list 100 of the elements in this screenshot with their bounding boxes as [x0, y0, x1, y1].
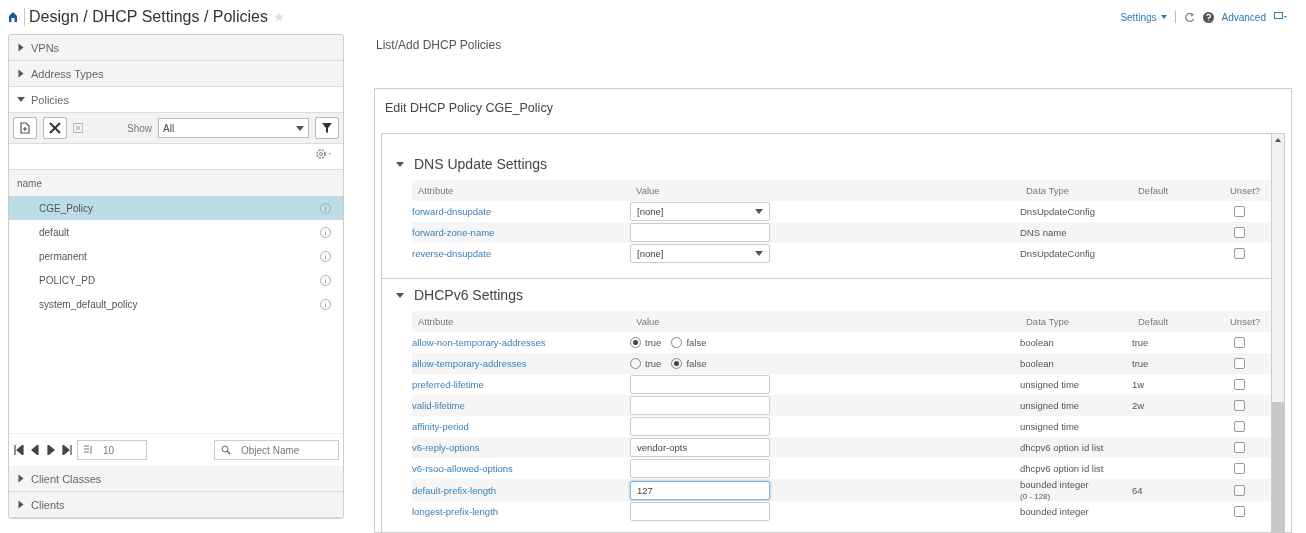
- input-field[interactable]: [630, 223, 770, 242]
- radio-label: true: [645, 358, 662, 369]
- list-item[interactable]: CGE_Policy: [9, 196, 343, 220]
- checkbox[interactable]: [1234, 506, 1245, 517]
- attribute-link[interactable]: preferred-lifetime: [412, 379, 630, 390]
- caret-icon: [18, 474, 24, 483]
- checkbox[interactable]: [1234, 442, 1245, 453]
- checkbox[interactable]: [1234, 337, 1245, 348]
- attribute-link[interactable]: allow-non-temporary-addresses: [412, 337, 630, 348]
- data-type: DnsUpdateConfig: [1020, 206, 1096, 217]
- radio-label: false: [686, 358, 707, 369]
- column-header: Attribute: [417, 316, 455, 327]
- column-header: Attribute: [417, 185, 455, 196]
- attribute-link[interactable]: v6-rsoo-allowed-options: [412, 463, 630, 474]
- view-menu-icon[interactable]: [1274, 12, 1288, 22]
- column-header: Data Type: [1025, 316, 1071, 327]
- data-type: DNS name: [1020, 227, 1068, 238]
- filter-button[interactable]: [315, 117, 339, 139]
- default-value: 1w: [1132, 379, 1146, 390]
- checkbox[interactable]: [1234, 400, 1245, 411]
- attribute-link[interactable]: reverse-dnsupdate: [412, 248, 630, 259]
- attribute-link[interactable]: longest-prefix-length: [412, 506, 630, 517]
- caret-icon: [1160, 15, 1167, 19]
- data-type: bounded integer: [1020, 506, 1090, 517]
- home-icon: [8, 12, 18, 22]
- panel-title: Edit DHCP Policy CGE_Policy: [384, 100, 554, 117]
- dropdown[interactable]: [none]: [630, 244, 770, 263]
- attribute-link[interactable]: forward-zone-name: [412, 227, 630, 238]
- last-page-icon[interactable]: [61, 445, 73, 455]
- star-icon[interactable]: [273, 12, 284, 22]
- checkbox[interactable]: [1234, 206, 1245, 217]
- section-header[interactable]: Client Classes: [9, 466, 343, 492]
- default-value: 2w: [1132, 400, 1146, 411]
- group-header[interactable]: DHCPv6 Settings: [382, 279, 1271, 311]
- page-size-field[interactable]: 10: [77, 440, 147, 460]
- attribute-link[interactable]: v6-reply-options: [412, 442, 630, 453]
- checkbox[interactable]: [1234, 463, 1245, 474]
- data-type: dhcpv6 option id list: [1020, 442, 1105, 453]
- show-dropdown[interactable]: All: [158, 118, 309, 138]
- attribute-link[interactable]: affinity-period: [412, 421, 630, 432]
- input-field[interactable]: [630, 459, 770, 478]
- previous-page-icon[interactable]: [29, 445, 41, 455]
- column-header: Data Type: [1025, 185, 1071, 196]
- checkbox[interactable]: [1234, 248, 1245, 259]
- default-value: true: [1132, 337, 1150, 348]
- attribute-link[interactable]: default-prefix-length: [412, 484, 630, 496]
- data-type: boolean: [1020, 358, 1055, 369]
- checkbox[interactable]: [1234, 358, 1245, 369]
- list-item[interactable]: system_default_policy: [9, 292, 343, 316]
- section-header[interactable]: VPNs: [9, 35, 343, 61]
- attribute-link[interactable]: allow-temporary-addresses: [412, 358, 630, 369]
- first-page-icon[interactable]: [13, 445, 25, 455]
- refresh-icon[interactable]: [1183, 11, 1195, 23]
- data-type: unsigned time: [1020, 379, 1081, 390]
- settings-link[interactable]: Settings: [1120, 11, 1157, 23]
- help-icon[interactable]: [1202, 11, 1214, 23]
- scrollbar-thumb[interactable]: [1272, 402, 1284, 532]
- dropdown[interactable]: [none]: [630, 202, 770, 221]
- caret-icon: [18, 69, 24, 78]
- checkbox[interactable]: [1234, 484, 1245, 496]
- radio-label: false: [686, 337, 707, 348]
- input-field[interactable]: [630, 502, 770, 521]
- checkbox[interactable]: [1234, 227, 1245, 238]
- input-field[interactable]: 127: [630, 480, 770, 500]
- close-icon: [49, 122, 61, 134]
- section-header[interactable]: Address Types: [9, 61, 343, 87]
- list-item[interactable]: permanent: [9, 244, 343, 268]
- advanced-link[interactable]: Advanced: [1221, 11, 1266, 23]
- section-header[interactable]: Clients: [9, 492, 343, 518]
- list-item[interactable]: POLICY_PD: [9, 268, 343, 292]
- input-field[interactable]: [630, 375, 770, 394]
- caret-icon: [396, 292, 404, 298]
- column-header: Default: [1137, 185, 1170, 196]
- checkbox[interactable]: [1234, 379, 1245, 390]
- column-header: Unset?: [1229, 185, 1262, 196]
- search-field[interactable]: Object Name: [214, 440, 339, 460]
- list-icon: [84, 445, 93, 455]
- expand-icon[interactable]: [73, 123, 83, 133]
- group-header[interactable]: DNS Update Settings: [382, 148, 1271, 180]
- settings-icon[interactable]: [315, 148, 333, 160]
- input-field[interactable]: [630, 417, 770, 436]
- data-type: unsigned time: [1020, 400, 1081, 411]
- data-type: bounded integer (0 - 128): [1020, 479, 1090, 501]
- add-button[interactable]: [13, 117, 37, 139]
- caret-icon: [18, 500, 24, 509]
- next-page-icon[interactable]: [45, 445, 57, 455]
- info-icon: [320, 226, 331, 238]
- input-field[interactable]: [630, 396, 770, 415]
- default-value: true: [1132, 358, 1150, 369]
- caret-icon: [18, 43, 24, 52]
- list-item[interactable]: default: [9, 220, 343, 244]
- delete-button[interactable]: [43, 117, 67, 139]
- caret-icon: [755, 251, 763, 256]
- column-header: Default: [1137, 316, 1170, 327]
- attribute-link[interactable]: valid-lifetime: [412, 400, 630, 411]
- checkbox[interactable]: [1234, 421, 1245, 432]
- radio-label: true: [645, 337, 662, 348]
- attribute-link[interactable]: forward-dnsupdate: [412, 206, 630, 217]
- info-icon: [320, 250, 331, 262]
- input-field[interactable]: vendor-opts: [630, 438, 770, 457]
